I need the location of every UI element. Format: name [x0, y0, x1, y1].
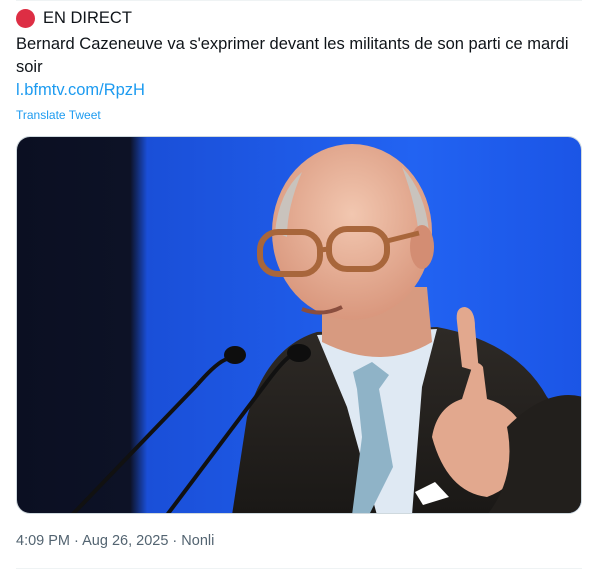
tweet-metadata: 4:09 PM · Aug 26, 2025 · Nonli — [16, 531, 214, 551]
tweet-link[interactable]: l.bfmtv.com/RpzH — [16, 79, 145, 101]
tweet-source[interactable]: Nonli — [181, 533, 214, 549]
meta-separator: · — [74, 533, 79, 549]
tweet-photo[interactable] — [16, 136, 582, 514]
tweet-date[interactable]: Aug 26, 2025 — [82, 533, 168, 549]
divider-top — [16, 0, 582, 1]
tweet-text: Bernard Cazeneuve va s'exprimer devant l… — [16, 35, 569, 76]
red-circle-icon — [16, 8, 35, 28]
live-label: EN DIRECT — [43, 9, 132, 27]
live-indicator: EN DIRECT — [16, 7, 132, 29]
tweet-card: EN DIRECT Bernard Cazeneuve va s'exprime… — [0, 0, 598, 569]
meta-separator: · — [172, 533, 178, 549]
photo-illustration — [17, 137, 581, 513]
tweet-time[interactable]: 4:09 PM — [16, 533, 70, 549]
translate-tweet-button[interactable]: Translate Tweet — [16, 107, 101, 123]
